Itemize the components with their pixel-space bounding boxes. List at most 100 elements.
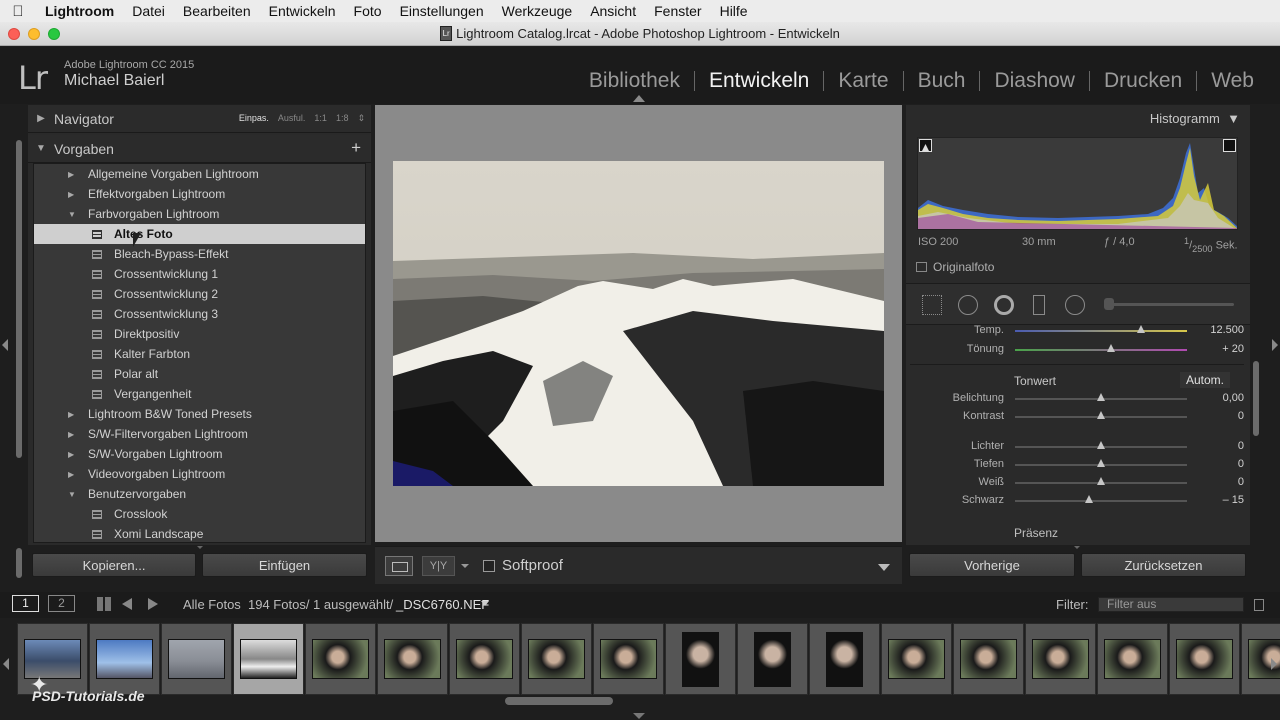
preset-folder[interactable]: ▶ Lightroom B&W Toned Presets xyxy=(34,404,365,424)
preset-item[interactable]: Altes Foto xyxy=(34,224,365,244)
filmstrip-cell[interactable] xyxy=(377,623,448,695)
module-diashow[interactable]: Diashow xyxy=(980,69,1089,93)
menu-bearbeiten[interactable]: Bearbeiten xyxy=(174,3,260,19)
filmstrip-source[interactable]: Alle Fotos xyxy=(183,597,241,612)
toolbar-content-dropdown-icon[interactable] xyxy=(878,564,890,571)
filmstrip-cell[interactable] xyxy=(593,623,664,695)
preset-folder[interactable]: ▶ Videovorgaben Lightroom xyxy=(34,464,365,484)
slider-handle[interactable] xyxy=(1136,325,1145,333)
right-panel-scrollbar[interactable] xyxy=(1253,361,1259,436)
menu-einstellungen[interactable]: Einstellungen xyxy=(391,3,493,19)
menu-fenster[interactable]: Fenster xyxy=(645,3,710,19)
module-entwickeln[interactable]: Entwickeln xyxy=(695,69,823,93)
filmstrip-cell[interactable] xyxy=(953,623,1024,695)
filmstrip-cell[interactable] xyxy=(17,623,88,695)
second-screen-button[interactable]: 2 xyxy=(48,595,75,612)
auto-tone-button[interactable]: Autom. xyxy=(1179,372,1230,388)
slider-handle[interactable] xyxy=(1097,411,1105,419)
histogram-graph[interactable] xyxy=(917,137,1238,230)
adjustment-brush-tool-icon[interactable] xyxy=(1104,298,1114,310)
preset-item[interactable]: Crossentwicklung 2 xyxy=(34,284,365,304)
filmstrip-cell[interactable] xyxy=(449,623,520,695)
preset-folder[interactable]: ▶ S/W-Vorgaben Lightroom xyxy=(34,444,365,464)
slider-value[interactable]: 0 xyxy=(1184,440,1244,452)
presets-header[interactable]: ▼ Vorgaben + xyxy=(28,135,371,163)
slider-handle[interactable] xyxy=(1097,477,1105,485)
preset-folder[interactable]: ▶ Effektvorgaben Lightroom xyxy=(34,184,365,204)
previous-photo-icon[interactable] xyxy=(122,598,132,610)
filter-select[interactable]: Filter aus xyxy=(1098,597,1244,612)
add-preset-icon[interactable]: + xyxy=(351,138,361,158)
slider-handle[interactable] xyxy=(1097,441,1105,449)
zoom-window-button[interactable] xyxy=(48,28,60,40)
navigator-header[interactable]: ▶ Navigator Einpas. Ausful. 1:1 1:8 ⇕ xyxy=(28,105,371,133)
highlight-clipping-button[interactable] xyxy=(1223,139,1236,152)
preset-item[interactable]: Direktpositiv xyxy=(34,324,365,344)
next-photo-icon[interactable] xyxy=(148,598,158,610)
slider-handle[interactable] xyxy=(1084,495,1093,503)
minimize-window-button[interactable] xyxy=(28,28,40,40)
grid-view-icon[interactable] xyxy=(97,597,111,611)
module-buch[interactable]: Buch xyxy=(904,69,980,93)
menu-entwickeln[interactable]: Entwickeln xyxy=(260,3,345,19)
zoom-1-1[interactable]: 1:1 xyxy=(314,113,327,124)
slider-track[interactable] xyxy=(1015,330,1187,332)
left-panel-scrollbar-lower[interactable] xyxy=(16,548,22,578)
menu-werkzeuge[interactable]: Werkzeuge xyxy=(493,3,582,19)
slider-value[interactable]: 12.500 xyxy=(1184,324,1244,336)
shadow-clipping-button[interactable] xyxy=(919,139,932,152)
menu-app[interactable]: Lightroom xyxy=(36,3,123,19)
slider-value[interactable]: + 20 xyxy=(1184,343,1244,355)
filmstrip-cell[interactable] xyxy=(1169,623,1240,695)
spot-removal-tool-icon[interactable] xyxy=(958,295,978,315)
radial-filter-tool-icon[interactable] xyxy=(1065,295,1085,315)
slider-track[interactable] xyxy=(1015,500,1187,502)
filmstrip-scroll-right-icon[interactable] xyxy=(1271,658,1277,670)
left-panel-scrollbar[interactable] xyxy=(16,140,22,458)
slider-track[interactable] xyxy=(1015,349,1187,351)
module-bibliothek[interactable]: Bibliothek xyxy=(575,69,694,93)
slider-handle[interactable] xyxy=(1107,344,1116,352)
graduated-filter-tool-icon[interactable] xyxy=(1033,295,1045,315)
collapse-top-panel-icon[interactable] xyxy=(633,95,645,102)
paste-settings-button[interactable]: Einfügen xyxy=(202,553,367,577)
filmstrip-cell[interactable] xyxy=(665,623,736,695)
filmstrip-cell[interactable] xyxy=(1025,623,1096,695)
copy-settings-button[interactable]: Kopieren... xyxy=(32,553,196,577)
close-window-button[interactable] xyxy=(8,28,20,40)
original-photo-checkbox[interactable] xyxy=(916,262,927,272)
filmstrip-filename[interactable]: _DSC6760.NEF xyxy=(396,597,489,612)
softproof-checkbox[interactable] xyxy=(483,560,495,572)
preset-item[interactable]: Bleach-Bypass-Effekt xyxy=(34,244,365,264)
zoom-fit[interactable]: Einpas. xyxy=(239,113,269,124)
filter-lock-icon[interactable] xyxy=(1254,599,1264,611)
module-drucken[interactable]: Drucken xyxy=(1090,69,1196,93)
filmstrip-cell[interactable] xyxy=(161,623,232,695)
menu-hilfe[interactable]: Hilfe xyxy=(711,3,757,19)
preset-item[interactable]: Vergangenheit xyxy=(34,384,365,404)
filmstrip-cell[interactable] xyxy=(737,623,808,695)
preset-item[interactable]: Xomi Landscape xyxy=(34,524,365,542)
crop-tool-icon[interactable] xyxy=(922,295,942,315)
collapse-right-panel-icon[interactable] xyxy=(1272,339,1278,351)
slider-value[interactable]: 0,00 xyxy=(1184,392,1244,404)
module-karte[interactable]: Karte xyxy=(824,69,902,93)
menu-datei[interactable]: Datei xyxy=(123,3,174,19)
loupe-view-button[interactable] xyxy=(385,556,413,576)
apple-icon[interactable]:  xyxy=(0,3,36,20)
preset-item[interactable]: Kalter Farbton xyxy=(34,344,365,364)
preset-item[interactable]: Crosslook xyxy=(34,504,365,524)
filename-dropdown-icon[interactable] xyxy=(481,601,489,606)
main-screen-button[interactable]: 1 xyxy=(12,595,39,612)
zoom-1-8[interactable]: 1:8 xyxy=(336,113,349,124)
preset-folder[interactable]: ▶ S/W-Filtervorgaben Lightroom xyxy=(34,424,365,444)
filmstrip-cell[interactable] xyxy=(1097,623,1168,695)
preset-folder[interactable]: ▼ Benutzervorgaben xyxy=(34,484,365,504)
slider-value[interactable]: 0 xyxy=(1184,410,1244,422)
filmstrip-cell[interactable] xyxy=(305,623,376,695)
preset-item[interactable]: Crossentwicklung 3 xyxy=(34,304,365,324)
module-web[interactable]: Web xyxy=(1197,69,1268,93)
filmstrip-cell[interactable] xyxy=(809,623,880,695)
slider-value[interactable]: 0 xyxy=(1184,458,1244,470)
previous-settings-button[interactable]: Vorherige xyxy=(909,553,1075,577)
